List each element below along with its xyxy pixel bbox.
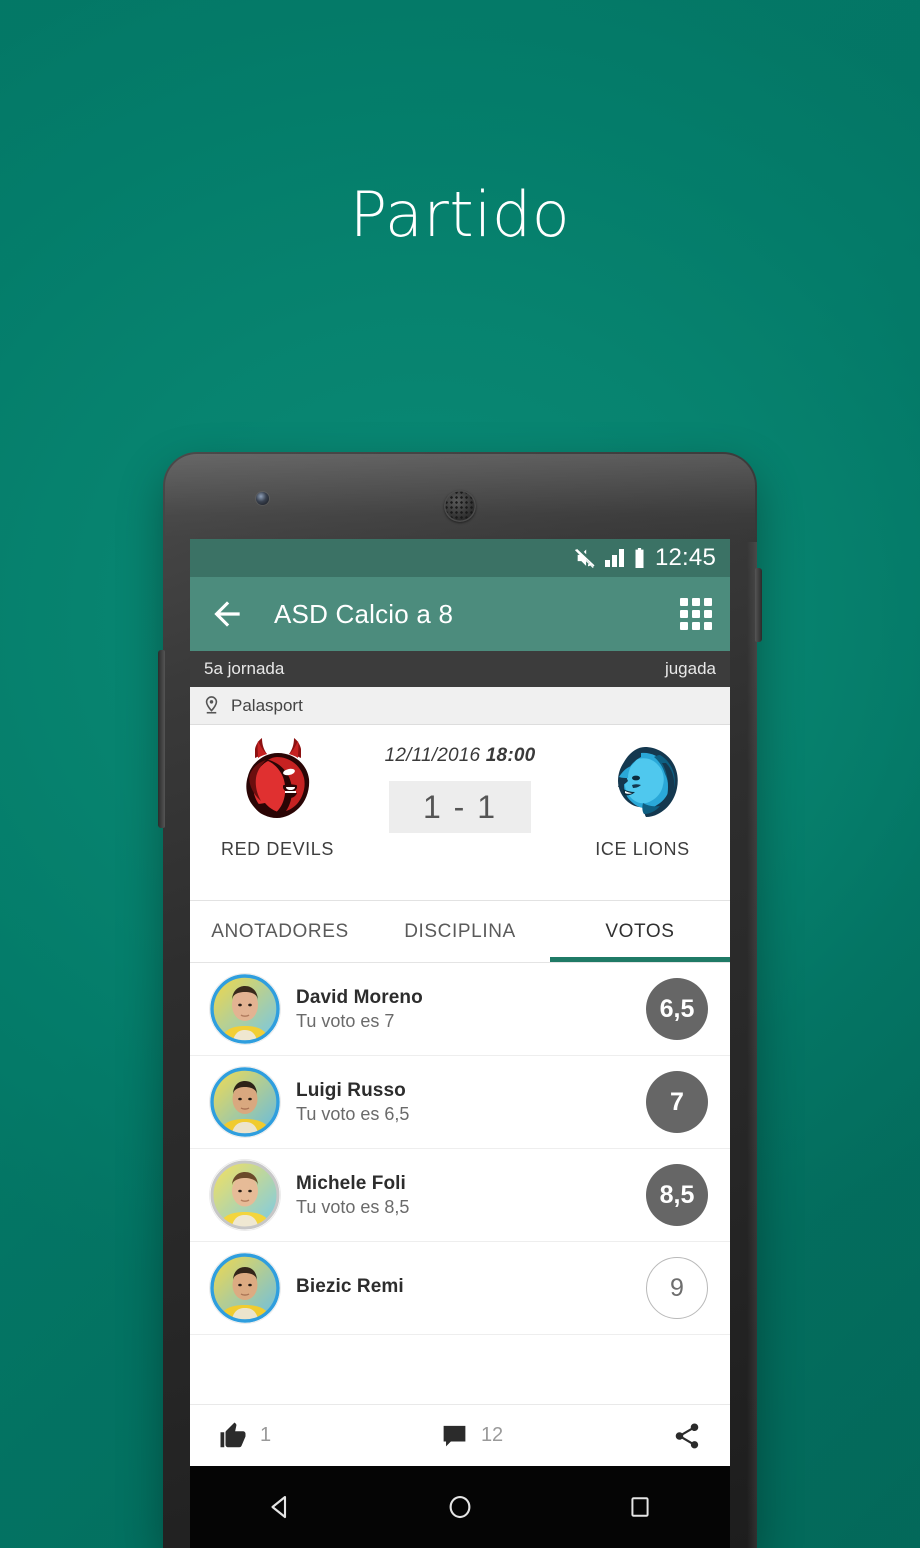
earpiece-speaker [444,490,476,522]
arrow-left-icon[interactable] [208,595,246,633]
tab-anotadores[interactable]: ANOTADORES [190,901,370,962]
avatar-photo [210,1067,280,1137]
away-team-name: ICE LIONS [595,839,690,859]
front-camera-icon [256,492,269,505]
avatar [210,1160,280,1230]
phone-screen: 12:45 ASD Calcio a 8 5a jornada jugada P… [190,539,730,1466]
avatar [210,1253,280,1323]
player-info: Michele Foli Tu voto es 8,5 [296,1173,646,1218]
avatar-photo [210,1253,280,1323]
phone-mockup: 12:45 ASD Calcio a 8 5a jornada jugada P… [158,452,762,1548]
square-recents-icon [631,1497,649,1517]
player-user-vote: Tu voto es 8,5 [296,1196,410,1217]
table-row[interactable]: Michele Foli Tu voto es 8,5 8,5 [190,1149,730,1242]
comment-icon [443,1425,466,1447]
battery-icon [635,548,644,568]
player-score-badge[interactable]: 8,5 [646,1164,708,1226]
action-bar: 1 12 [190,1404,730,1466]
status-bar-time: 12:45 [654,544,716,571]
share-button[interactable] [672,1421,702,1451]
status-bar: 12:45 [190,539,730,577]
nav-recents-button[interactable] [585,1493,695,1521]
match-center: 12/11/2016 18:00 1 - 1 [365,733,555,833]
apps-grid-icon[interactable] [680,598,712,630]
share-icon [675,1423,699,1448]
player-score-badge[interactable]: 7 [646,1071,708,1133]
nav-home-button[interactable] [405,1492,515,1522]
signal-icon [605,549,624,567]
android-nav-bar [190,1466,730,1548]
comment-count: 12 [480,1424,504,1446]
venue-bar: Palasport [190,687,730,725]
tab-votos[interactable]: VOTOS [550,901,730,962]
match-score: 1 - 1 [389,781,531,833]
home-team-name: RED DEVILS [220,839,335,859]
like-count: 1 [260,1424,272,1446]
power-button[interactable] [755,568,762,642]
player-user-vote: Tu voto es 6,5 [296,1103,410,1124]
comment-button[interactable]: 12 [440,1421,503,1450]
tab-disciplina[interactable]: DISCIPLINA [370,901,550,962]
match-datetime: 12/11/2016 18:00 [385,745,536,767]
thumbs-up-icon [220,1422,246,1447]
app-bar: ASD Calcio a 8 [190,577,730,651]
avatar-photo [210,1160,280,1230]
matchday-label: 5a jornada [204,659,285,678]
player-info: Luigi Russo Tu voto es 6,5 [296,1080,646,1125]
red-devil-crest [245,738,309,818]
table-row[interactable]: David Moreno Tu voto es 7 6,5 [190,963,730,1056]
app-bar-title: ASD Calcio a 8 [274,598,454,629]
like-button[interactable]: 1 [218,1421,271,1451]
ice-lion-crest [617,747,678,817]
avatar [210,1067,280,1137]
player-score-badge[interactable]: 6,5 [646,978,708,1040]
player-name: Michele Foli [296,1172,406,1194]
player-user-vote: Tu voto es 7 [296,1010,395,1031]
home-team[interactable]: RED DEVILS [190,733,365,860]
table-row[interactable]: Biezic Remi 9 [190,1242,730,1335]
away-team[interactable]: ICE LIONS [555,733,730,860]
avatar-photo [210,974,280,1044]
tab-bar: ANOTADORES DISCIPLINA VOTOS [190,901,730,963]
player-name: Biezic Remi [296,1276,404,1297]
match-date: 12/11/2016 [384,745,481,766]
player-info: David Moreno Tu voto es 7 [296,987,646,1032]
mute-icon [575,548,595,568]
player-votes-list: David Moreno Tu voto es 7 6,5 Luigi Russ… [190,963,730,1335]
page-title: Partido [349,178,571,251]
avatar [210,974,280,1044]
venue-name: Palasport [231,695,303,715]
match-time: 18:00 [485,745,536,766]
player-name: David Moreno [296,986,423,1008]
volume-button[interactable] [158,650,165,828]
location-pin-icon [205,695,218,714]
matchday-status: jugada [664,659,716,678]
player-name: Luigi Russo [296,1079,406,1101]
player-score-badge[interactable]: 9 [646,1257,708,1319]
triangle-back-icon [271,1495,287,1519]
circle-home-icon [449,1495,471,1519]
player-info: Biezic Remi [296,1276,646,1300]
table-row[interactable]: Luigi Russo Tu voto es 6,5 7 [190,1056,730,1149]
match-summary: RED DEVILS 12/11/2016 18:00 1 - 1 ICE LI… [190,725,730,901]
nav-back-button[interactable] [225,1492,335,1522]
matchday-bar: 5a jornada jugada [190,651,730,687]
